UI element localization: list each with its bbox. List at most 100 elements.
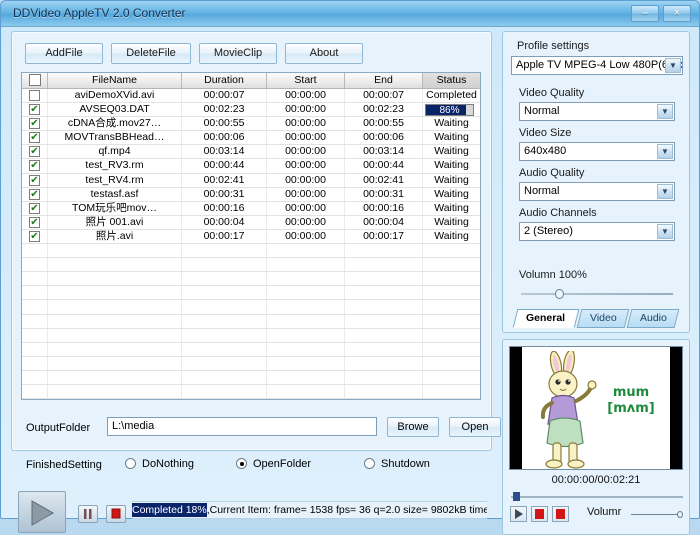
- row-checkbox-cell[interactable]: ✔: [22, 215, 48, 229]
- table-row-empty[interactable]: [22, 272, 480, 287]
- table-row[interactable]: ✔ 照片.avi 00:00:17 00:00:00 00:00:17 Waiting: [22, 229, 480, 245]
- audio-channels-select[interactable]: 2 (Stereo) ▼: [519, 222, 675, 241]
- video-quality-select[interactable]: Normal ▼: [519, 102, 675, 121]
- column-header-checkbox[interactable]: [22, 73, 48, 88]
- browse-button[interactable]: Browe: [387, 417, 439, 437]
- checkbox-checked-icon[interactable]: ✔: [29, 216, 40, 228]
- row-checkbox-cell[interactable]: ✔: [22, 229, 48, 244]
- preview-play-button[interactable]: [510, 506, 527, 522]
- table-row[interactable]: ✔ TOM玩乐吧mov… 00:00:16 00:00:00 00:00:16 Waiti…: [22, 201, 480, 216]
- movie-clip-button[interactable]: MovieClip: [199, 43, 277, 64]
- volume-slider-knob[interactable]: [555, 289, 564, 299]
- audio-quality-select[interactable]: Normal ▼: [519, 182, 675, 201]
- radio-open-folder[interactable]: OpenFolder: [236, 458, 311, 470]
- preview-volume-track[interactable]: [631, 514, 681, 515]
- about-button[interactable]: About: [285, 43, 363, 64]
- profile-select[interactable]: Apple TV MPEG-4 Low 480P(640x4 ▼: [511, 56, 683, 75]
- checkbox-checked-icon[interactable]: ✔: [29, 160, 40, 172]
- start-convert-button[interactable]: [18, 491, 66, 533]
- cell-empty: [267, 258, 345, 272]
- volume-slider[interactable]: [521, 289, 673, 299]
- table-row[interactable]: ✔ testasf.asf 00:00:31 00:00:00 00:00:31 Wait…: [22, 187, 480, 202]
- profile-settings-label: Profile settings: [517, 40, 590, 52]
- table-row[interactable]: ✔ qf.mp4 00:03:14 00:00:00 00:03:14 Waiting: [22, 145, 480, 160]
- row-checkbox-cell[interactable]: ✔: [22, 173, 48, 187]
- row-checkbox-cell[interactable]: ✔: [22, 201, 48, 215]
- row-checkbox-cell[interactable]: ✔: [22, 117, 48, 131]
- preview-pause-button[interactable]: [531, 506, 548, 522]
- add-file-button[interactable]: AddFile: [25, 43, 103, 64]
- checkbox-unchecked-icon[interactable]: ✔: [29, 90, 40, 101]
- stop-button[interactable]: [106, 505, 126, 523]
- video-quality-value: Normal: [524, 105, 560, 117]
- row-checkbox-cell[interactable]: ✔: [22, 131, 48, 145]
- cell-empty: [182, 342, 267, 356]
- column-header-status[interactable]: Status: [423, 73, 480, 88]
- radio-do-nothing-indicator[interactable]: [125, 458, 136, 469]
- chevron-down-icon[interactable]: ▼: [657, 144, 673, 159]
- radio-shutdown[interactable]: Shutdown: [364, 458, 430, 470]
- table-row-empty[interactable]: [22, 328, 480, 343]
- column-header-start[interactable]: Start: [267, 73, 345, 88]
- seek-slider[interactable]: [511, 492, 683, 501]
- tab-video[interactable]: Video: [576, 309, 630, 328]
- radio-do-nothing[interactable]: DoNothing: [125, 458, 194, 470]
- radio-open-folder-indicator[interactable]: [236, 458, 247, 469]
- table-row[interactable]: ✔ test_RV4.rm 00:02:41 00:00:00 00:02:41 Wait…: [22, 173, 480, 188]
- output-folder-input[interactable]: L:\media: [107, 417, 377, 436]
- table-row-empty[interactable]: [22, 258, 480, 273]
- table-row-empty[interactable]: [22, 300, 480, 315]
- file-list[interactable]: FileName Duration Start End Status ✔ aviD…: [21, 72, 481, 400]
- window-body: AddFile DeleteFile MovieClip About FileN…: [2, 27, 699, 535]
- table-row-empty[interactable]: [22, 244, 480, 259]
- table-row[interactable]: ✔ test_RV3.rm 00:00:44 00:00:00 00:00:44 Wait…: [22, 159, 480, 174]
- table-row-empty[interactable]: [22, 342, 480, 357]
- table-row-empty[interactable]: [22, 384, 480, 400]
- close-button[interactable]: ×: [663, 5, 691, 22]
- chevron-down-icon[interactable]: ▼: [657, 104, 673, 119]
- tab-general[interactable]: General: [512, 309, 580, 328]
- row-checkbox-cell[interactable]: ✔: [22, 159, 48, 173]
- table-row[interactable]: ✔ AVSEQ03.DAT 00:02:23 00:00:00 00:02:23 86%: [22, 103, 480, 118]
- column-header-end[interactable]: End: [345, 73, 423, 88]
- cell-status: Waiting: [434, 229, 469, 242]
- pause-button[interactable]: [78, 505, 98, 523]
- checkbox-checked-icon[interactable]: ✔: [29, 132, 40, 144]
- video-size-select[interactable]: 640x480 ▼: [519, 142, 675, 161]
- table-row[interactable]: ✔ MOVTransBBHead… 00:00:06 00:00:00 00:00:06…: [22, 131, 480, 146]
- table-row[interactable]: ✔aviDemoXVid.avi00:00:0700:00:0000:00:07…: [22, 89, 480, 104]
- checkbox-checked-icon[interactable]: ✔: [29, 146, 40, 158]
- row-checkbox-cell[interactable]: ✔: [22, 145, 48, 159]
- tab-audio[interactable]: Audio: [626, 309, 680, 328]
- row-checkbox-cell[interactable]: ✔: [22, 89, 48, 103]
- chevron-down-icon[interactable]: ▼: [657, 184, 673, 199]
- checkbox-checked-icon[interactable]: ✔: [29, 188, 40, 200]
- delete-file-button[interactable]: DeleteFile: [111, 43, 191, 64]
- video-preview[interactable]: mum [mʌm]: [509, 346, 683, 470]
- chevron-down-icon[interactable]: ▼: [657, 224, 673, 239]
- row-checkbox-cell[interactable]: ✔: [22, 103, 48, 117]
- checkbox-checked-icon[interactable]: ✔: [29, 174, 40, 186]
- checkbox-checked-icon[interactable]: ✔: [29, 118, 40, 130]
- table-row-empty[interactable]: [22, 286, 480, 301]
- preview-volume-knob[interactable]: [677, 511, 683, 518]
- table-row-empty[interactable]: [22, 356, 480, 371]
- open-folder-button[interactable]: Open: [449, 417, 501, 437]
- table-row[interactable]: ✔ 照片 001.avi 00:00:04 00:00:00 00:00:04 Waiti…: [22, 215, 480, 230]
- cell-empty: [48, 342, 182, 356]
- column-header-filename[interactable]: FileName: [48, 73, 182, 88]
- checkbox-checked-icon[interactable]: ✔: [29, 230, 40, 242]
- table-row-empty[interactable]: [22, 314, 480, 329]
- chevron-down-icon[interactable]: ▼: [665, 58, 681, 73]
- column-header-duration[interactable]: Duration: [182, 73, 267, 88]
- select-all-checkbox[interactable]: [28, 74, 41, 86]
- table-row-empty[interactable]: [22, 370, 480, 385]
- row-checkbox-cell[interactable]: ✔: [22, 187, 48, 201]
- table-row[interactable]: ✔ cDNA合成.mov27… 00:00:55 00:00:00 00:00:55 Wa…: [22, 117, 480, 132]
- seek-slider-knob[interactable]: [513, 492, 520, 501]
- checkbox-checked-icon[interactable]: ✔: [29, 202, 40, 214]
- minimize-button[interactable]: –: [631, 5, 659, 22]
- checkbox-checked-icon[interactable]: ✔: [29, 104, 40, 116]
- preview-stop-button[interactable]: [552, 506, 569, 522]
- radio-shutdown-indicator[interactable]: [364, 458, 375, 469]
